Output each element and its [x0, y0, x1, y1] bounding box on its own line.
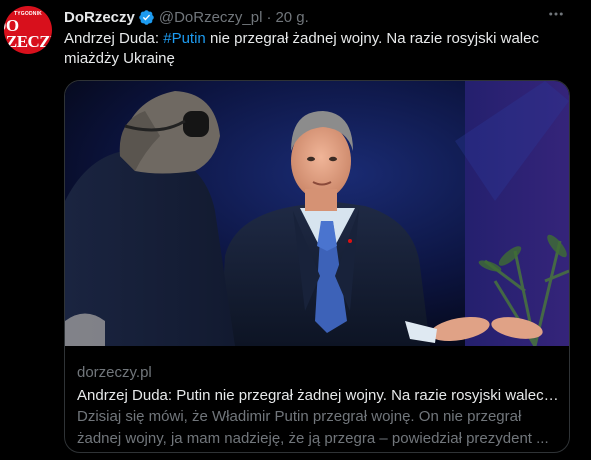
- display-name[interactable]: DoRzeczy: [64, 9, 135, 26]
- verified-badge-icon[interactable]: [138, 9, 155, 26]
- card-text[interactable]: dorzeczy.pl Andrzej Duda: Putin nie prze…: [77, 363, 559, 450]
- tweet[interactable]: TYGODNIK DO RZECZY DoRzeczy @DoRzeczy_pl…: [0, 0, 591, 460]
- timestamp[interactable]: 20 g.: [275, 9, 308, 26]
- card-image[interactable]: [65, 81, 569, 346]
- tweet-text: Andrzej Duda: #Putin nie przegrał żadnej…: [64, 29, 574, 69]
- tweet-text-start: Andrzej Duda:: [64, 30, 164, 47]
- hashtag-link[interactable]: #Putin: [163, 30, 206, 47]
- avatar[interactable]: TYGODNIK DO RZECZY: [4, 6, 52, 54]
- more-dots-icon: [549, 12, 563, 16]
- separator-dot: ·: [266, 8, 272, 26]
- card-domain: dorzeczy.pl: [77, 364, 152, 381]
- tweet-header: DoRzeczy @DoRzeczy_pl · 20 g.: [64, 7, 309, 27]
- card-description: Dzisiaj się mówi, że Władimir Putin prze…: [77, 408, 549, 447]
- avatar-logo-text: DO RZECZY: [4, 15, 52, 51]
- link-card[interactable]: dorzeczy.pl Andrzej Duda: Putin nie prze…: [64, 80, 570, 453]
- handle[interactable]: @DoRzeczy_pl: [159, 9, 263, 26]
- card-title[interactable]: Andrzej Duda: Putin nie przegrał żadnej …: [77, 386, 559, 406]
- more-options-icon[interactable]: [545, 4, 567, 24]
